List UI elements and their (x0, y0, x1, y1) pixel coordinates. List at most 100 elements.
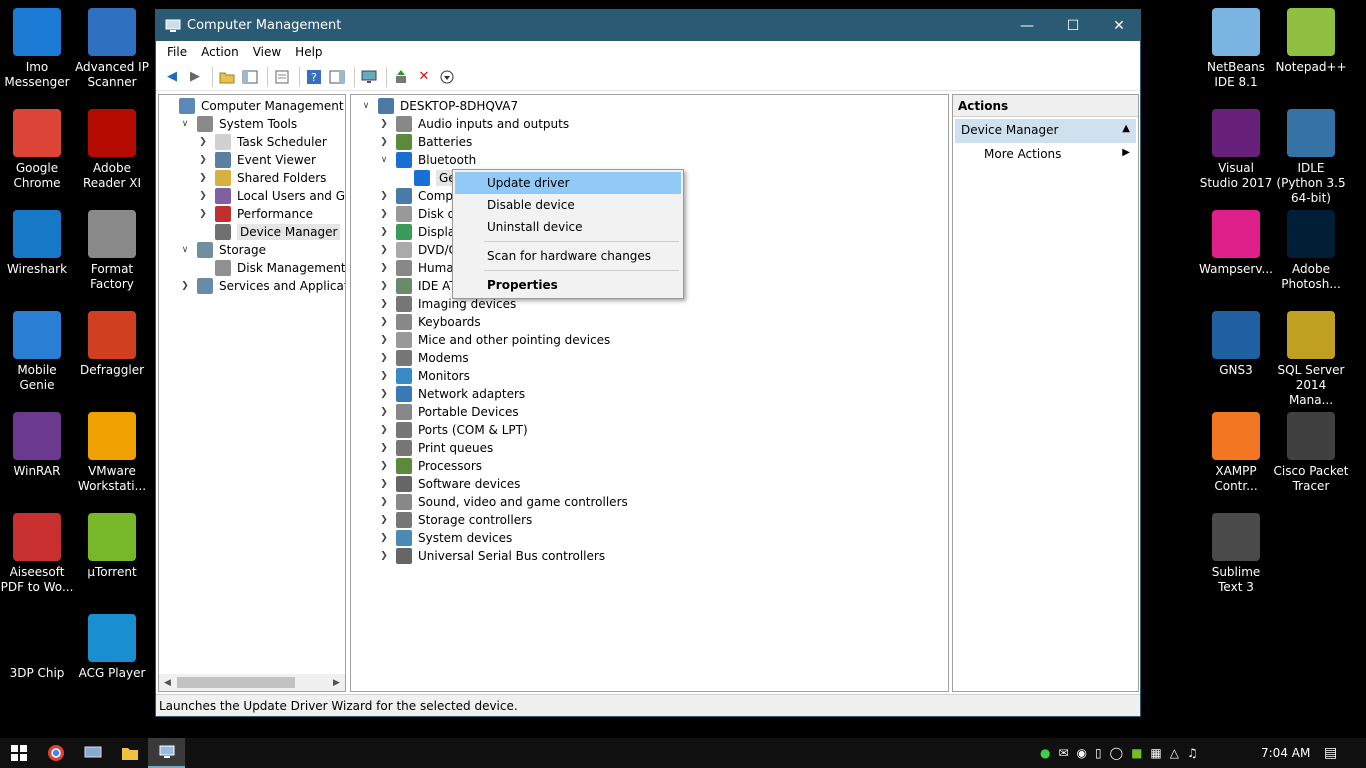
device-tree-node[interactable]: ❯ Disk dri (378, 205, 463, 223)
device-tree-node[interactable]: ❯ Monitors (378, 367, 470, 385)
desktop-shortcut[interactable]: NetBeans IDE 8.1 (1198, 8, 1274, 90)
taskbar-chrome-icon[interactable] (37, 738, 74, 768)
chevron-right-icon[interactable]: ❯ (197, 209, 209, 219)
device-tree-node[interactable]: ❯ Display (378, 223, 462, 241)
chevron-down-icon[interactable]: ∨ (360, 101, 372, 111)
forward-icon[interactable]: ▶ (185, 67, 205, 87)
desktop-shortcut[interactable]: SQL Server 2014 Mana... (1273, 311, 1349, 408)
tray-power-icon[interactable]: △ (1170, 746, 1179, 760)
device-tree-node[interactable]: ❯ System devices (378, 529, 512, 547)
chevron-right-icon[interactable]: ❯ (378, 461, 390, 471)
chevron-right-icon[interactable]: ❯ (378, 443, 390, 453)
taskbar-network-icon[interactable] (74, 738, 111, 768)
menu-view[interactable]: View (246, 45, 288, 59)
device-tree-node[interactable]: ❯ Mice and other pointing devices (378, 331, 610, 349)
desktop-shortcut[interactable]: Visual Studio 2017 (1198, 109, 1274, 191)
horizontal-scrollbar[interactable]: ◀ ▶ (159, 674, 345, 691)
device-tree-node[interactable]: ❯ Software devices (378, 475, 520, 493)
menu-action[interactable]: Action (194, 45, 246, 59)
chevron-right-icon[interactable]: ❯ (378, 299, 390, 309)
device-tree-node[interactable]: ❯ DVD/Cl (378, 241, 460, 259)
tray-volume-icon[interactable]: ♫ (1187, 746, 1198, 760)
device-tree-node[interactable]: ❯ Sound, video and game controllers (378, 493, 628, 511)
taskbar-file-explorer-icon[interactable] (111, 738, 148, 768)
scroll-left-icon[interactable]: ◀ (164, 678, 171, 688)
desktop-shortcut[interactable]: Sublime Text 3 (1198, 513, 1274, 595)
chevron-right-icon[interactable]: ❯ (179, 281, 191, 291)
menu-update-driver[interactable]: Update driver (455, 172, 681, 194)
device-tree-node[interactable]: ❯ Processors (378, 457, 482, 475)
chevron-down-icon[interactable]: ∨ (378, 155, 390, 165)
desktop-shortcut[interactable]: Wampserv... (1198, 210, 1274, 277)
uninstall-icon[interactable]: ✕ (414, 67, 434, 87)
desktop-shortcut[interactable]: Imo Messenger (0, 8, 75, 90)
collapse-up-icon[interactable]: ▲ (1122, 123, 1130, 134)
nav-tree-node[interactable]: ❯ Task Scheduler (197, 133, 327, 151)
chevron-right-icon[interactable]: ❯ (378, 497, 390, 507)
tray-usb-icon[interactable]: ▯ (1095, 746, 1102, 760)
close-button[interactable]: ✕ (1096, 10, 1142, 41)
chevron-right-icon[interactable]: ❯ (378, 317, 390, 327)
desktop-shortcut[interactable]: Format Factory (74, 210, 150, 292)
show-action-pane-icon[interactable] (327, 67, 347, 87)
disable-device-icon[interactable] (437, 67, 457, 87)
action-center-icon[interactable]: ▤ (1324, 738, 1337, 768)
nav-tree-node[interactable]: ∨ System Tools (179, 115, 297, 133)
tray-globe-icon[interactable]: ◉ (1077, 746, 1087, 760)
device-tree-node[interactable]: ❯ Keyboards (378, 313, 481, 331)
chevron-right-icon[interactable]: ❯ (197, 155, 209, 165)
desktop-shortcut[interactable]: GNS3 (1198, 311, 1274, 378)
chevron-right-icon[interactable]: ❯ (378, 263, 390, 273)
help-icon[interactable]: ? (304, 67, 324, 87)
chevron-right-icon[interactable]: ❯ (197, 191, 209, 201)
maximize-button[interactable]: ☐ (1050, 10, 1096, 41)
device-tree-node[interactable]: ❯ Ports (COM & LPT) (378, 421, 528, 439)
tray-app-icon[interactable]: ● (1040, 746, 1050, 760)
chevron-right-icon[interactable]: ❯ (378, 407, 390, 417)
tray-shield-icon[interactable]: ◯ (1110, 746, 1123, 760)
chevron-right-icon[interactable]: ❯ (378, 137, 390, 147)
nav-tree-node[interactable]: ∨ Storage (179, 241, 266, 259)
desktop-shortcut[interactable]: Notepad++ (1273, 8, 1349, 75)
device-tree-node[interactable]: ❯ Batteries (378, 133, 472, 151)
desktop-shortcut[interactable]: Adobe Reader XI (74, 109, 150, 191)
nav-tree-node[interactable]: ❯ Event Viewer (197, 151, 316, 169)
chevron-right-icon[interactable]: ❯ (378, 353, 390, 363)
chevron-right-icon[interactable]: ❯ (378, 479, 390, 489)
desktop-shortcut[interactable]: Advanced IP Scanner (74, 8, 150, 90)
desktop-shortcut[interactable]: XAMPP Contr... (1198, 412, 1274, 494)
desktop-shortcut[interactable]: Adobe Photosh... (1273, 210, 1349, 292)
scroll-right-icon[interactable]: ▶ (333, 678, 340, 688)
nav-tree-node[interactable]: ❯ Services and Applications (179, 277, 345, 295)
menu-uninstall-device[interactable]: Uninstall device (455, 216, 681, 238)
chevron-right-icon[interactable]: ❯ (378, 371, 390, 381)
desktop-shortcut[interactable]: Cisco Packet Tracer (1273, 412, 1349, 494)
chevron-right-icon[interactable]: ❯ (197, 173, 209, 183)
chevron-right-icon[interactable]: ❯ (378, 245, 390, 255)
device-tree-node[interactable]: ❯ Modems (378, 349, 469, 367)
nav-tree-node[interactable]: Device Manager (197, 223, 341, 241)
chevron-right-icon[interactable]: ❯ (378, 533, 390, 543)
desktop-shortcut[interactable]: IDLE (Python 3.5 64-bit) (1273, 109, 1349, 206)
chevron-right-icon[interactable]: ❯ (378, 551, 390, 561)
chevron-right-icon[interactable]: ❯ (378, 335, 390, 345)
more-actions-item[interactable]: More Actions ▶ (953, 143, 1138, 165)
chevron-right-icon[interactable]: ❯ (197, 137, 209, 147)
device-tree-node[interactable]: ∨ DESKTOP-8DHQVA7 (360, 97, 518, 115)
desktop-shortcut[interactable]: 3DP Chip (0, 614, 75, 681)
device-tree-node[interactable]: ❯ Storage controllers (378, 511, 532, 529)
device-tree-node[interactable]: ❯ Network adapters (378, 385, 525, 403)
desktop-shortcut[interactable]: Aiseesoft PDF to Wo... (0, 513, 75, 595)
device-tree-node[interactable]: ❯ Print queues (378, 439, 493, 457)
menu-help[interactable]: Help (288, 45, 329, 59)
menu-scan-hardware[interactable]: Scan for hardware changes (455, 245, 681, 267)
device-tree-node[interactable]: ❯ Universal Serial Bus controllers (378, 547, 605, 565)
tray-mail-icon[interactable]: ✉ (1058, 746, 1068, 760)
chevron-right-icon[interactable]: ❯ (378, 389, 390, 399)
chevron-right-icon[interactable]: ❯ (378, 227, 390, 237)
update-driver-icon[interactable] (391, 67, 411, 87)
device-tree-node[interactable]: ❯ Portable Devices (378, 403, 519, 421)
device-tree-node[interactable]: ❯ Compu (378, 187, 461, 205)
start-button-windows-icon[interactable] (0, 738, 37, 768)
menu-file[interactable]: File (160, 45, 194, 59)
